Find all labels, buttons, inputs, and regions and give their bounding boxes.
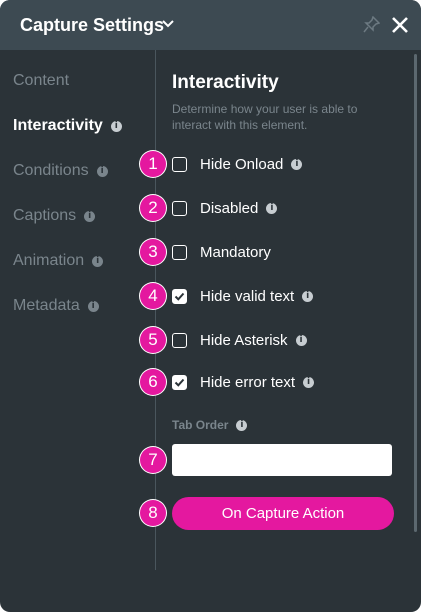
scrollbar[interactable] bbox=[414, 54, 417, 532]
tab-order-input[interactable] bbox=[172, 444, 392, 476]
option-hide-asterisk[interactable]: Hide Asterisk i bbox=[172, 330, 307, 350]
info-icon[interactable]: i bbox=[84, 210, 96, 222]
on-capture-action-button[interactable]: On Capture Action bbox=[172, 497, 394, 530]
sidebar-item-content[interactable]: Content bbox=[13, 72, 69, 90]
hide-onload-checkbox[interactable] bbox=[172, 156, 187, 172]
close-icon[interactable] bbox=[390, 15, 410, 40]
tab-order-label-text: Tab Order bbox=[172, 418, 229, 432]
option-mandatory[interactable]: Mandatory bbox=[172, 242, 271, 262]
info-icon[interactable]: i bbox=[92, 255, 104, 267]
info-icon[interactable]: i bbox=[302, 290, 314, 302]
info-icon[interactable]: i bbox=[303, 376, 315, 388]
section-description: Determine how your user is able to inter… bbox=[172, 102, 358, 132]
capture-settings-panel: Capture Settings Content Interactivity i… bbox=[0, 0, 421, 612]
sidebar-item-label: Conditions bbox=[13, 162, 89, 179]
sidebar-item-captions[interactable]: Captions i bbox=[13, 207, 96, 225]
step-badge: 2 bbox=[140, 195, 166, 221]
hide-error-text-checkbox[interactable] bbox=[172, 374, 187, 390]
sidebar-item-label: Content bbox=[13, 72, 70, 89]
option-hide-onload[interactable]: Hide Onload i bbox=[172, 154, 303, 174]
option-label: Hide Asterisk bbox=[200, 331, 288, 349]
sidebar-item-interactivity[interactable]: Interactivity i bbox=[13, 117, 122, 135]
sidebar-item-animation[interactable]: Animation i bbox=[13, 252, 104, 270]
tab-order-label: Tab Order i bbox=[172, 418, 248, 432]
sidebar-item-label: Metadata bbox=[13, 297, 80, 314]
info-icon[interactable]: i bbox=[295, 334, 307, 346]
sidebar-item-label: Captions bbox=[13, 207, 77, 224]
info-icon[interactable]: i bbox=[96, 165, 108, 177]
chevron-down-icon[interactable] bbox=[161, 17, 175, 36]
option-label: Disabled bbox=[200, 199, 259, 217]
section-title: Interactivity bbox=[172, 72, 279, 93]
mandatory-checkbox[interactable] bbox=[172, 244, 187, 260]
hide-asterisk-checkbox[interactable] bbox=[172, 332, 187, 348]
hide-valid-text-checkbox[interactable] bbox=[172, 288, 187, 304]
option-hide-error-text[interactable]: Hide error text i bbox=[172, 372, 315, 392]
sidebar-item-label: Animation bbox=[13, 252, 85, 269]
sidebar-divider bbox=[155, 50, 156, 570]
sidebar-item-conditions[interactable]: Conditions i bbox=[13, 162, 108, 180]
settings-sidebar: Content Interactivity i Conditions i Cap… bbox=[0, 50, 155, 570]
option-label: Mandatory bbox=[200, 243, 271, 261]
step-badge: 7 bbox=[140, 447, 166, 473]
option-label: Hide valid text bbox=[200, 287, 295, 305]
panel-header: Capture Settings bbox=[0, 0, 421, 50]
step-badge: 6 bbox=[140, 369, 166, 395]
panel-title: Capture Settings bbox=[20, 15, 165, 35]
option-label: Hide Onload bbox=[200, 155, 284, 173]
info-icon[interactable]: i bbox=[110, 120, 122, 132]
info-icon[interactable]: i bbox=[266, 202, 278, 214]
sidebar-item-metadata[interactable]: Metadata i bbox=[13, 297, 99, 315]
step-badge: 1 bbox=[140, 151, 166, 177]
step-badge: 3 bbox=[140, 239, 166, 265]
option-disabled[interactable]: Disabled i bbox=[172, 198, 278, 218]
sidebar-item-label: Interactivity bbox=[13, 117, 103, 134]
info-icon[interactable]: i bbox=[236, 419, 248, 431]
step-badge: 4 bbox=[140, 283, 166, 309]
step-badge: 8 bbox=[140, 500, 166, 526]
info-icon[interactable]: i bbox=[291, 158, 303, 170]
disabled-checkbox[interactable] bbox=[172, 200, 187, 216]
option-label: Hide error text bbox=[200, 373, 296, 391]
pin-icon[interactable] bbox=[363, 15, 381, 38]
info-icon[interactable]: i bbox=[87, 300, 99, 312]
step-badge: 5 bbox=[140, 327, 166, 353]
option-hide-valid-text[interactable]: Hide valid text i bbox=[172, 286, 314, 306]
